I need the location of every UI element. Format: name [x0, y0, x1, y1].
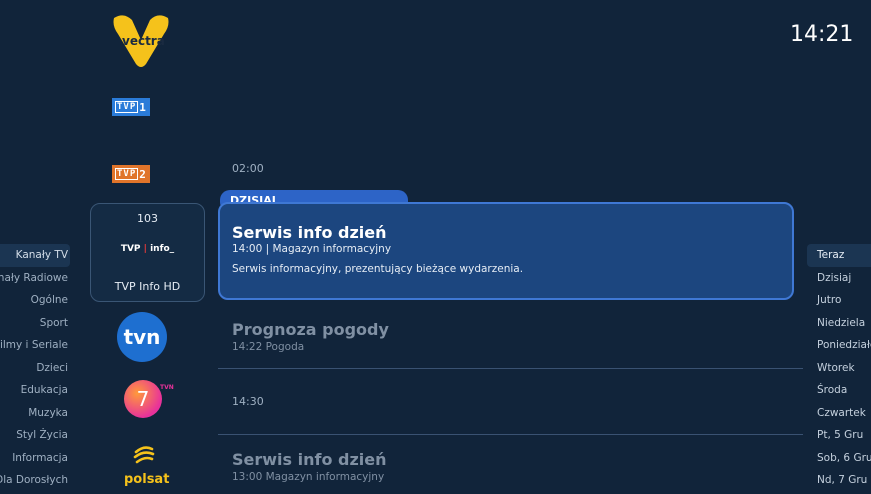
program-title: Prognoza pogody [232, 320, 389, 339]
day-item[interactable]: Czwartek [807, 402, 871, 425]
program-current[interactable]: Serwis info dzień 14:00 | Magazyn inform… [218, 202, 794, 300]
day-item[interactable]: Poniedziałek [807, 334, 871, 357]
channel-tvn7[interactable]: 7 [124, 380, 162, 418]
category-list: Kanały TV Kanały Radiowe Ogólne Sport Fi… [0, 244, 70, 492]
selected-channel-card[interactable]: 103 TVP | info_ TVP Info HD [90, 203, 205, 302]
category-item[interactable]: Dzieci [0, 357, 70, 380]
program-meta: 14:22 Pogoda [232, 341, 305, 353]
vectra-logo: vectra [110, 12, 172, 70]
program-meta: 14:00 | Magazyn informacyjny [232, 243, 392, 255]
polsat-sun-icon [133, 446, 155, 464]
tvn-logo: tvn [123, 325, 161, 349]
polsat-logo: polsat [124, 472, 170, 487]
divider [218, 368, 803, 369]
day-item[interactable]: Teraz [807, 244, 871, 267]
category-item[interactable]: Ogólne [0, 289, 70, 312]
day-item[interactable]: Sob, 6 Gru [807, 447, 871, 470]
day-item[interactable]: Niedziela [807, 312, 871, 335]
time-marker: 14:30 [232, 395, 264, 408]
category-item[interactable]: Filmy i Seriale [0, 334, 70, 357]
program-title: Serwis info dzień [232, 223, 387, 242]
category-item[interactable]: Styl Życia [0, 424, 70, 447]
category-item[interactable]: Dla Dorosłych [0, 469, 70, 492]
tvn7-badge: TVN [160, 384, 174, 391]
day-list: Teraz Dzisiaj Jutro Niedziela Poniedział… [807, 244, 871, 492]
channel-name: TVP Info HD [114, 280, 181, 293]
clock: 14:21 [790, 22, 854, 47]
category-item[interactable]: Kanały Radiowe [0, 267, 70, 290]
tvn7-logo: 7 [136, 387, 150, 411]
time-marker: 02:00 [232, 162, 264, 175]
day-item[interactable]: Środa [807, 379, 871, 402]
divider [218, 434, 803, 435]
day-item[interactable]: Jutro [807, 289, 871, 312]
channel-tvp2[interactable]: TVP 2 [112, 161, 150, 183]
channel-tvp1[interactable]: TVP 1 [112, 94, 150, 116]
category-item[interactable]: Edukacja [0, 379, 70, 402]
category-item[interactable]: Kanały TV [0, 244, 70, 267]
program-meta: 13:00 Magazyn informacyjny [232, 471, 385, 483]
category-item[interactable]: Muzyka [0, 402, 70, 425]
day-item[interactable]: Pt, 5 Gru [807, 424, 871, 447]
day-item[interactable]: Dzisiaj [807, 267, 871, 290]
program-next[interactable]: Prognoza pogody 14:22 Pogoda [232, 320, 389, 353]
channel-tvn[interactable]: tvn [117, 312, 167, 362]
tvp2-logo: TVP 2 [112, 165, 150, 183]
program-later[interactable]: Serwis info dzień 13:00 Magazyn informac… [232, 450, 387, 483]
day-item[interactable]: Nd, 7 Gru [807, 469, 871, 492]
tvp1-logo: TVP 1 [112, 98, 150, 116]
tvp-info-logo: TVP | info_ [120, 244, 175, 254]
vectra-logo-text: vectra [122, 34, 165, 48]
category-item[interactable]: Sport [0, 312, 70, 335]
channel-number: 103 [137, 212, 158, 225]
program-title: Serwis info dzień [232, 450, 387, 469]
category-item[interactable]: Informacja [0, 447, 70, 470]
program-description: Serwis informacyjny, prezentujący bieżąc… [232, 263, 524, 275]
day-item[interactable]: Wtorek [807, 357, 871, 380]
